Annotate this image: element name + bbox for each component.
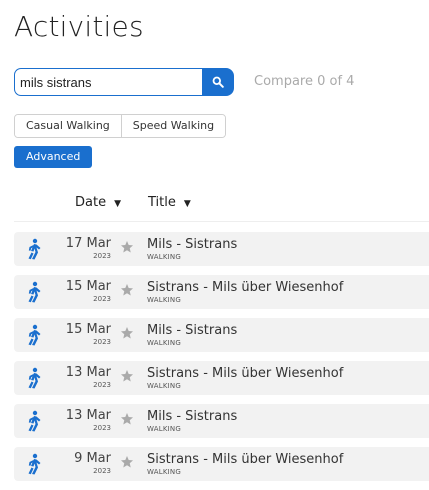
activity-title[interactable]: Sistrans - Mils über Wiesenhof [147, 451, 343, 468]
caret-down-icon: ▼ [114, 199, 121, 209]
filter-speed-walking[interactable]: Speed Walking [120, 115, 226, 137]
walking-icon [28, 238, 41, 260]
title-column-label: Title [148, 195, 176, 210]
activity-row[interactable]: 17 Mar 2023 Mils - Sistrans WALKING [14, 232, 429, 266]
activity-title[interactable]: Sistrans - Mils über Wiesenhof [147, 279, 343, 296]
caret-down-icon: ▼ [183, 199, 191, 209]
activity-row[interactable]: 13 Mar 2023 Sistrans - Mils über Wiesenh… [14, 361, 429, 395]
activity-year: 2023 [93, 424, 111, 432]
activity-day-month: 15 Mar [65, 322, 111, 337]
activity-date: 15 Mar 2023 [66, 321, 111, 347]
star-icon[interactable] [120, 369, 134, 383]
title-column-header[interactable]: Title ▼ [148, 195, 191, 210]
activity-row[interactable]: 15 Mar 2023 Sistrans - Mils über Wiesenh… [14, 275, 429, 309]
search-button[interactable] [202, 68, 234, 96]
activity-year: 2023 [93, 381, 111, 389]
activity-row[interactable]: 13 Mar 2023 Mils - Sistrans WALKING [14, 404, 429, 438]
walking-icon [28, 324, 41, 346]
compare-status: Compare 0 of 4 [254, 74, 355, 89]
activity-date: 9 Mar 2023 [74, 450, 111, 476]
activity-title[interactable]: Mils - Sistrans [147, 408, 237, 425]
star-icon[interactable] [120, 326, 134, 340]
activity-type: WALKING [147, 296, 181, 304]
activity-title[interactable]: Mils - Sistrans [147, 236, 237, 253]
star-icon[interactable] [120, 412, 134, 426]
activity-day-month: 15 Mar [65, 279, 111, 294]
page-title: Activities [14, 10, 144, 43]
activity-type: WALKING [147, 382, 181, 390]
walking-icon [28, 367, 41, 389]
activity-list: 17 Mar 2023 Mils - Sistrans WALKING 15 M… [14, 232, 429, 490]
activity-year: 2023 [93, 252, 111, 260]
activity-day-month: 9 Mar [74, 451, 111, 466]
activity-day-month: 17 Mar [65, 236, 111, 251]
activity-date: 15 Mar 2023 [66, 278, 111, 304]
star-icon[interactable] [120, 283, 134, 297]
activity-type: WALKING [147, 425, 181, 433]
activity-row[interactable]: 15 Mar 2023 Mils - Sistrans WALKING [14, 318, 429, 352]
activity-day-month: 13 Mar [65, 408, 111, 423]
search-bar [14, 68, 234, 96]
activity-year: 2023 [93, 338, 111, 346]
date-column-label: Date [75, 195, 107, 210]
activity-year: 2023 [93, 295, 111, 303]
activity-type-filter: Casual Walking Speed Walking [14, 114, 227, 138]
activity-date: 13 Mar 2023 [66, 407, 111, 433]
activity-type: WALKING [147, 468, 181, 476]
filter-casual-walking[interactable]: Casual Walking [15, 115, 121, 137]
star-icon[interactable] [120, 455, 134, 469]
activity-type: WALKING [147, 339, 181, 347]
activity-row[interactable]: 9 Mar 2023 Sistrans - Mils über Wiesenho… [14, 447, 429, 481]
star-icon[interactable] [120, 240, 134, 254]
walking-icon [28, 281, 41, 303]
search-icon [212, 76, 224, 88]
activity-type: WALKING [147, 253, 181, 261]
walking-icon [28, 410, 41, 432]
activity-year: 2023 [93, 467, 111, 475]
advanced-button[interactable]: Advanced [14, 146, 93, 168]
activity-title[interactable]: Sistrans - Mils über Wiesenhof [147, 365, 343, 382]
activity-date: 17 Mar 2023 [66, 235, 111, 261]
search-input[interactable] [14, 68, 202, 96]
activity-date: 13 Mar 2023 [66, 364, 111, 390]
activity-title[interactable]: Mils - Sistrans [147, 322, 237, 339]
date-column-header[interactable]: Date ▼ [75, 195, 121, 210]
walking-icon [28, 453, 41, 475]
activity-day-month: 13 Mar [65, 365, 111, 380]
header-divider [14, 221, 429, 222]
